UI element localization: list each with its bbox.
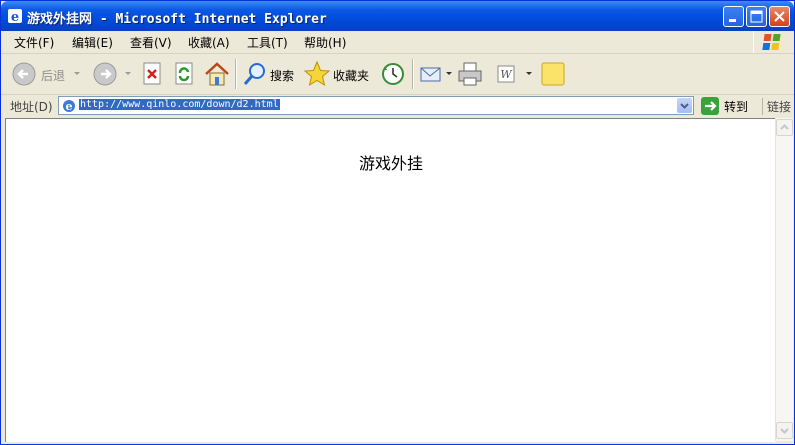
- page-content: 游戏外挂: [5, 118, 776, 442]
- address-url[interactable]: http://www.qinlo.com/down/d2.html: [79, 99, 280, 110]
- back-dropdown-icon[interactable]: [72, 68, 82, 96]
- forward-arrow-icon[interactable]: [92, 60, 118, 88]
- go-arrow-icon[interactable]: [701, 97, 719, 115]
- mail-dropdown-icon[interactable]: [444, 68, 454, 96]
- scroll-down-button[interactable]: [776, 422, 793, 439]
- history-icon[interactable]: [379, 60, 407, 88]
- menu-file[interactable]: 文件(F): [14, 34, 54, 51]
- refresh-icon[interactable]: [173, 60, 197, 88]
- search-icon[interactable]: [241, 60, 269, 88]
- ie-window: e 游戏外挂网 - Microsoft Internet Explorer 文件…: [0, 0, 795, 445]
- vertical-scrollbar[interactable]: [775, 118, 793, 441]
- page-icon: e: [63, 100, 75, 113]
- menu-edit[interactable]: 编辑(E): [72, 34, 113, 51]
- windows-flag-icon: [753, 31, 794, 53]
- home-icon[interactable]: [203, 60, 231, 88]
- toolbar-separator: [235, 59, 237, 89]
- menu-view[interactable]: 查看(V): [130, 34, 172, 51]
- search-button-label[interactable]: 搜索: [270, 67, 294, 84]
- scroll-up-button[interactable]: [776, 119, 793, 136]
- links-toolbar[interactable]: 链接: [762, 98, 791, 115]
- close-icon: [774, 11, 785, 22]
- toolbar-separator: [412, 59, 414, 89]
- close-button[interactable]: [769, 6, 790, 27]
- print-icon[interactable]: [456, 60, 484, 88]
- favorites-button-label[interactable]: 收藏夹: [333, 67, 369, 84]
- menu-bar: 文件(F) 编辑(E) 查看(V) 收藏(A) 工具(T) 帮助(H): [1, 31, 794, 54]
- title-bar[interactable]: e 游戏外挂网 - Microsoft Internet Explorer: [1, 1, 794, 31]
- window-title: 游戏外挂网 - Microsoft Internet Explorer: [27, 12, 327, 27]
- favorites-star-icon[interactable]: [303, 60, 331, 88]
- back-button-label[interactable]: 后退: [41, 67, 65, 84]
- notes-icon[interactable]: [539, 60, 567, 88]
- forward-dropdown-icon[interactable]: [123, 68, 133, 96]
- page-heading: 游戏外挂: [358, 154, 423, 173]
- maximize-button[interactable]: [746, 6, 767, 27]
- chevron-down-icon: [780, 428, 789, 434]
- edit-word-icon[interactable]: W: [495, 60, 519, 88]
- menu-help[interactable]: 帮助(H): [304, 34, 346, 51]
- menu-tools[interactable]: 工具(T): [247, 34, 288, 51]
- address-bar: 地址(D) e http://www.qinlo.com/down/d2.htm…: [1, 95, 794, 117]
- svg-text:e: e: [66, 100, 73, 113]
- address-dropdown-button[interactable]: [677, 98, 692, 113]
- svg-text:e: e: [11, 10, 19, 24]
- minimize-button[interactable]: [723, 6, 744, 27]
- address-input[interactable]: e http://www.qinlo.com/down/d2.html: [58, 96, 694, 115]
- address-label: 地址(D): [10, 100, 53, 114]
- edit-dropdown-icon[interactable]: [524, 68, 534, 96]
- mail-icon[interactable]: [419, 60, 443, 88]
- stop-icon[interactable]: [141, 60, 165, 88]
- chevron-up-icon: [780, 124, 789, 130]
- chevron-down-icon: [680, 103, 689, 109]
- ie-logo-icon: e: [8, 9, 22, 24]
- menu-favorites[interactable]: 收藏(A): [188, 34, 230, 51]
- maximize-icon: [750, 10, 763, 23]
- svg-text:W: W: [500, 68, 513, 81]
- back-arrow-icon[interactable]: [11, 60, 37, 88]
- standard-toolbar: 后退 搜索 收藏夹 W: [1, 54, 794, 95]
- minimize-icon: [729, 19, 736, 22]
- go-button-label[interactable]: 转到: [724, 98, 748, 115]
